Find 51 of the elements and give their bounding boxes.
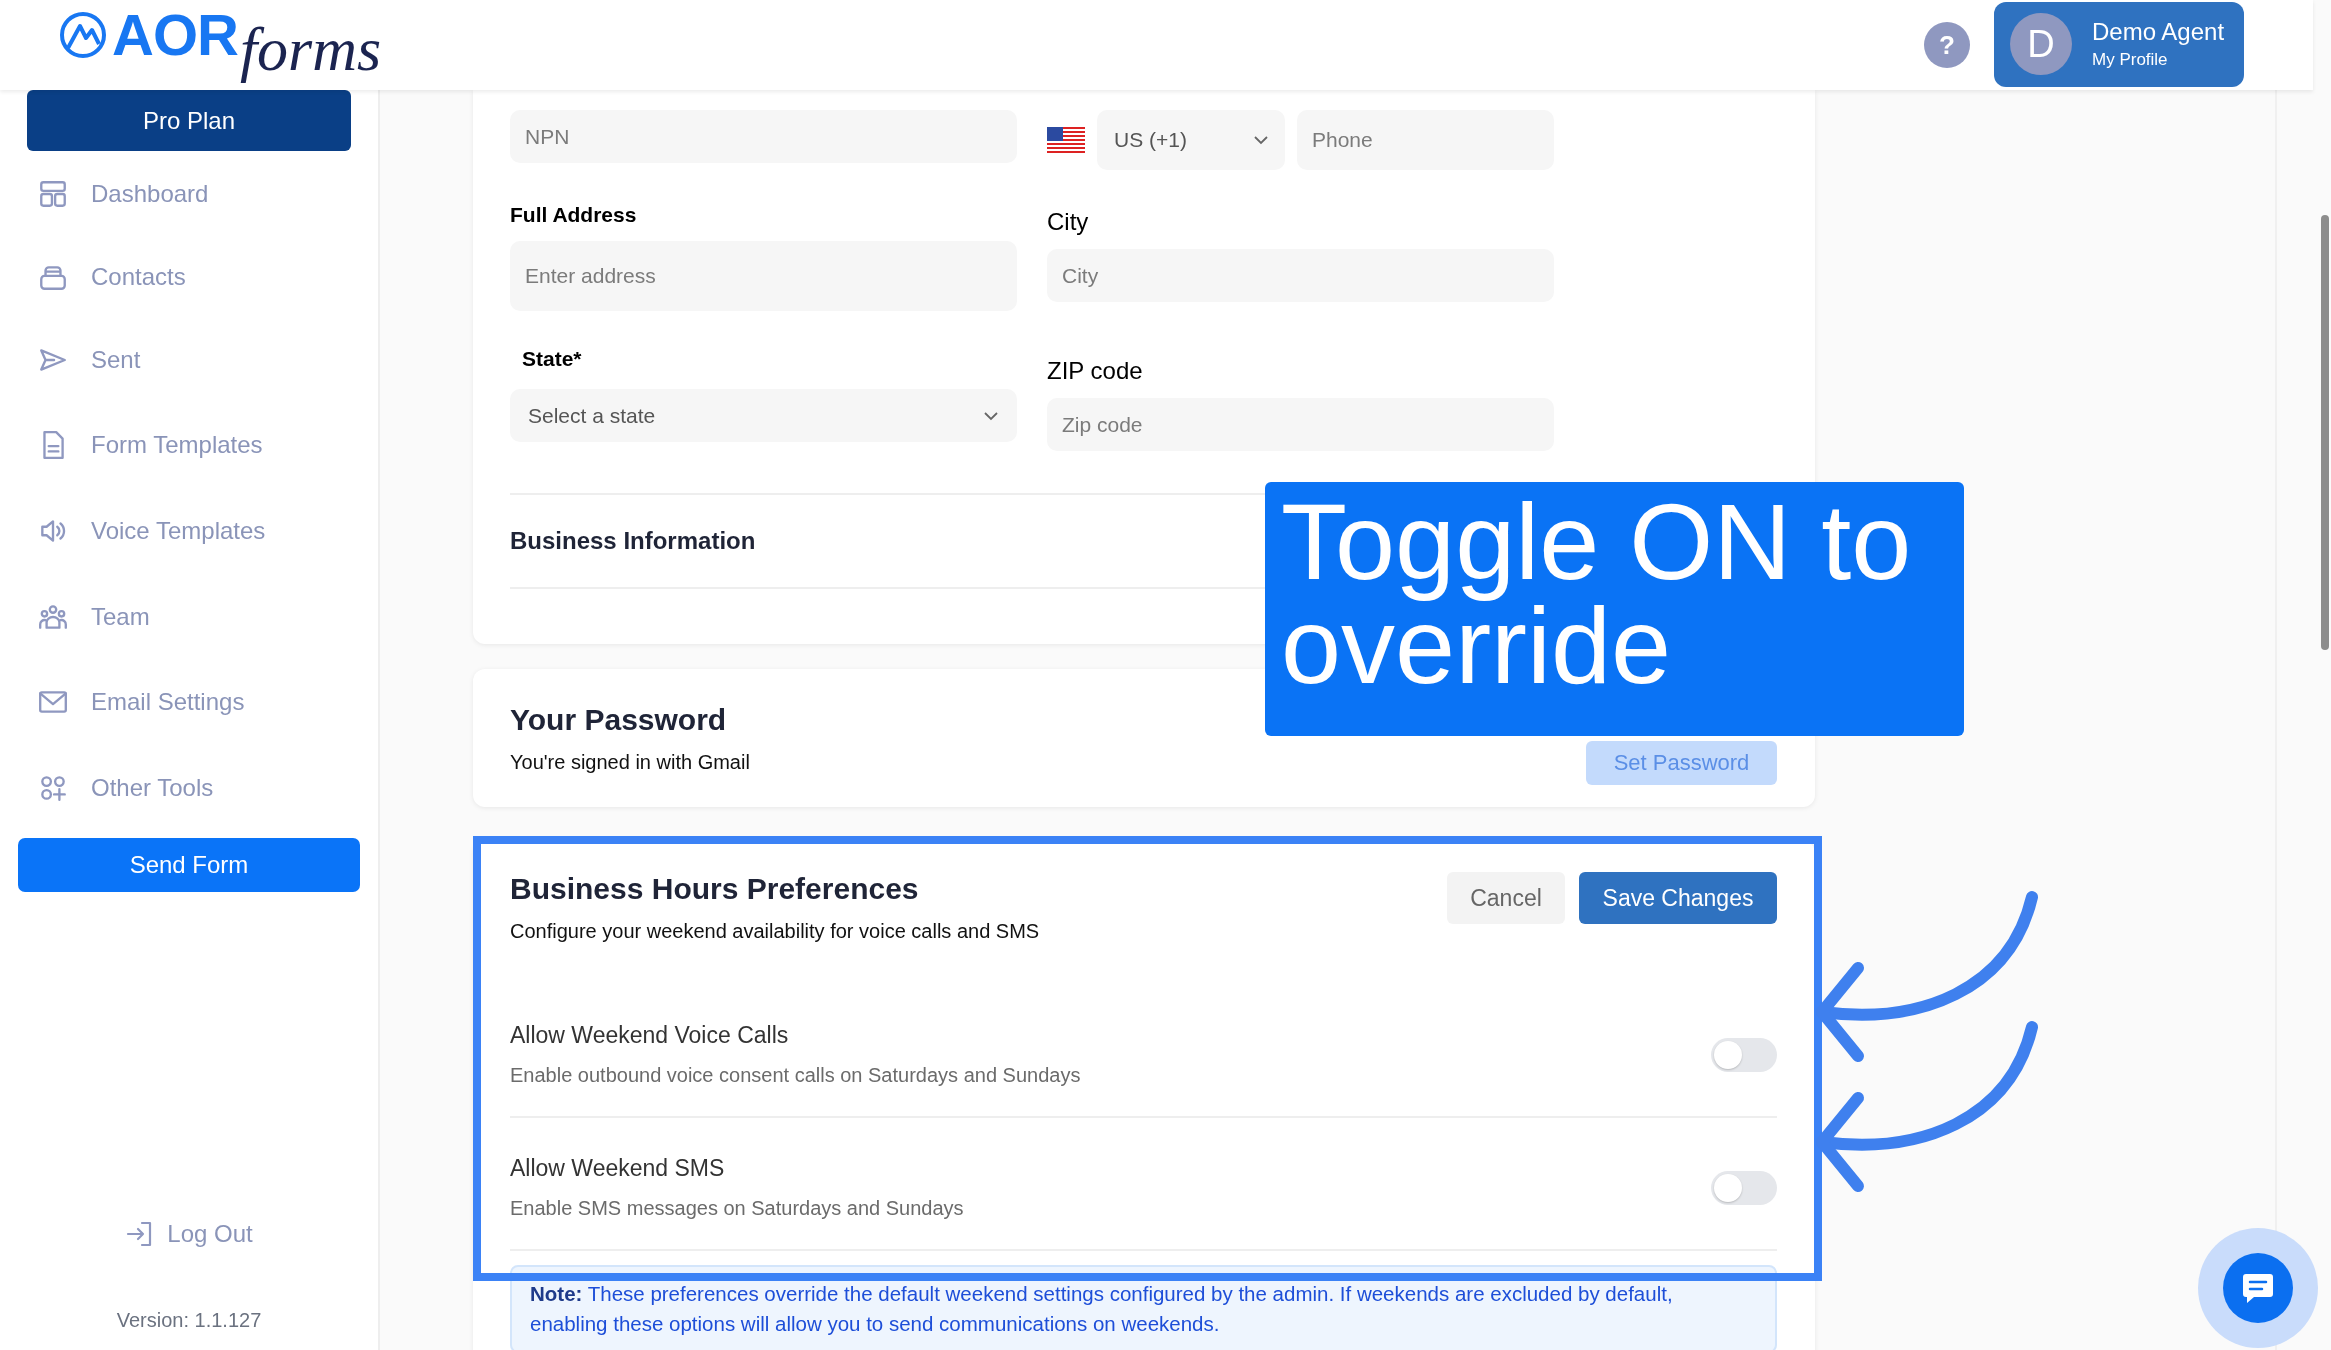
sidebar-item[interactable]: Voice Templates xyxy=(18,488,360,574)
country-code-select[interactable]: US (+1) xyxy=(1097,110,1285,170)
card-title: Business Hours Preferences xyxy=(510,872,920,906)
option-title: Allow Weekend SMS xyxy=(510,1155,726,1182)
logo-script-text: forms xyxy=(239,13,382,85)
sidebar-item[interactable]: Contacts xyxy=(18,236,360,317)
npn-field[interactable]: NPN xyxy=(510,110,1017,163)
option-description: Enable outbound voice consent calls on Saturdays and Sundays xyxy=(510,1064,1081,1087)
save-changes-button[interactable]: Save Changes xyxy=(1579,872,1777,924)
toggle-switch[interactable] xyxy=(1711,1037,1777,1072)
card-subtitle: You're signed in with Gmail xyxy=(510,750,750,774)
option-title: Allow Weekend Voice Calls xyxy=(510,1022,790,1049)
scrollbar[interactable] xyxy=(2321,215,2329,650)
help-button[interactable]: ? xyxy=(1924,22,1970,68)
profile-button[interactable]: D Demo Agent My Profile xyxy=(1994,1,2244,87)
phone-field[interactable]: Phone xyxy=(1297,110,1554,170)
note-text: Note: These preferences override the default weekend settings configured by the admin. If weekends are excluded by default, enabling these options will allow you to send communications on weekends. xyxy=(510,1265,1777,1350)
logo-text: AOR xyxy=(112,0,238,68)
cancel-button[interactable]: Cancel xyxy=(1447,872,1565,924)
address-field[interactable]: Enter address xyxy=(510,241,1017,311)
card-subtitle: Configure your weekend availability for voice calls and SMS xyxy=(510,920,1040,943)
mountain-logo-icon xyxy=(58,10,108,60)
toggle-switch[interactable] xyxy=(1711,1170,1777,1205)
avatar: D xyxy=(2010,13,2072,75)
option-description: Enable SMS messages on Saturdays and Sundays xyxy=(510,1197,964,1220)
sidebar-item[interactable]: Email Settings xyxy=(18,659,360,746)
chevron-down-icon xyxy=(983,410,999,421)
flag-icon xyxy=(1047,127,1085,153)
field-label: City xyxy=(1047,208,1090,236)
field-label: ZIP code xyxy=(1047,357,1144,385)
version-text: Version: 1.1.127 xyxy=(115,1309,263,1332)
sidebar-item[interactable]: Team xyxy=(18,573,360,660)
callout-text: Toggle ON to override xyxy=(1265,482,1964,736)
card-title: Your Password xyxy=(510,702,728,737)
profile-link: My Profile xyxy=(2092,50,2168,70)
profile-name: Demo Agent xyxy=(2092,18,2225,46)
state-select[interactable]: Select a state xyxy=(510,389,1017,442)
section-title: Business Information xyxy=(510,527,756,555)
sidebar-item[interactable]: Other Tools xyxy=(18,745,360,831)
set-password-button[interactable]: Set Password xyxy=(1586,741,1777,785)
plan-button[interactable]: Pro Plan xyxy=(27,90,351,151)
field-label: Full Address xyxy=(510,203,638,227)
send-form-button[interactable]: Send Form xyxy=(18,837,360,892)
field-label: State* xyxy=(522,347,583,371)
logout-link[interactable]: Log Out xyxy=(18,1219,360,1249)
sidebar-item[interactable]: Form Templates xyxy=(18,402,360,489)
sidebar-item[interactable]: Dashboard xyxy=(18,151,360,237)
city-field[interactable]: City xyxy=(1047,249,1554,302)
sidebar-item[interactable]: Sent xyxy=(18,316,360,403)
zip-field[interactable]: Zip code xyxy=(1047,398,1554,451)
chevron-down-icon xyxy=(1253,135,1269,145)
